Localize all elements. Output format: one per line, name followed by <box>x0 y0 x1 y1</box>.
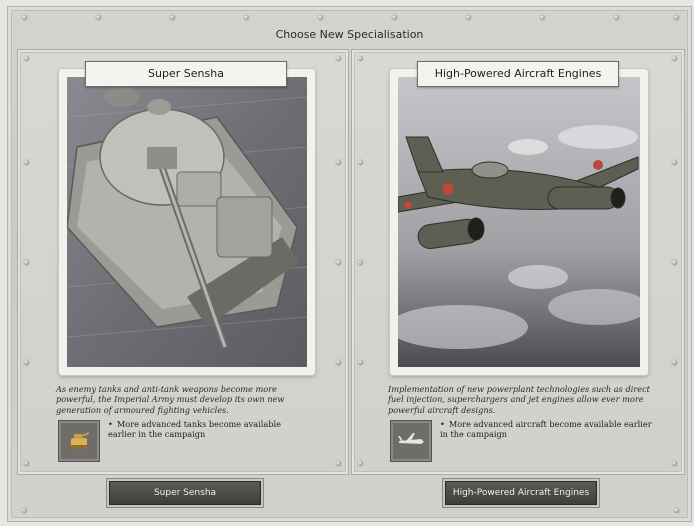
option-bullet-text: More advanced tanks become available ear… <box>108 419 281 440</box>
tank-icon-box <box>58 420 100 462</box>
rivet <box>358 56 363 61</box>
rivet <box>24 56 29 61</box>
rivet <box>392 15 397 20</box>
dialog-title: Choose New Specialisation <box>275 28 424 41</box>
rivet <box>24 260 29 265</box>
rivet <box>24 461 29 466</box>
rivet <box>674 15 679 20</box>
rivet <box>336 160 341 165</box>
tank-icon <box>70 432 90 449</box>
rivet <box>22 508 27 513</box>
option-title: High-Powered Aircraft Engines <box>434 67 602 80</box>
rivet <box>358 260 363 265</box>
option-panel-super-sensha[interactable]: Super Sensha As enemy tanks and anti-tan… <box>17 49 349 475</box>
option-bullet: • More advanced aircraft become available… <box>440 419 660 440</box>
rivet <box>22 15 27 20</box>
rivet <box>672 56 677 61</box>
aircraft-photo-frame <box>390 69 648 375</box>
rivet <box>24 360 29 365</box>
choose-super-sensha-button[interactable]: Super Sensha <box>109 481 261 505</box>
rivet <box>358 160 363 165</box>
rivet <box>540 15 545 20</box>
option-panel-aircraft-engines[interactable]: High-Powered Aircraft Engines Implementa… <box>351 49 685 475</box>
rivet <box>672 260 677 265</box>
choose-aircraft-engines-button[interactable]: High-Powered Aircraft Engines <box>445 481 597 505</box>
rivet <box>336 56 341 61</box>
rivet <box>96 15 101 20</box>
option-title-card: High-Powered Aircraft Engines <box>417 61 619 87</box>
rivet <box>170 15 175 20</box>
rivet <box>466 15 471 20</box>
tank-illustration <box>67 77 307 367</box>
option-title-card: Super Sensha <box>85 61 287 87</box>
option-description: Implementation of new powerplant technol… <box>388 384 650 415</box>
rivet <box>336 461 341 466</box>
rivet <box>24 160 29 165</box>
rivet <box>674 508 679 513</box>
rivet <box>318 15 323 20</box>
rivet <box>336 260 341 265</box>
option-bullet: • More advanced tanks become available ea… <box>108 419 308 440</box>
aircraft-icon <box>398 433 424 444</box>
option-title: Super Sensha <box>148 67 224 80</box>
rivet <box>244 15 249 20</box>
rivet <box>358 461 363 466</box>
specialisation-dialog: Choose New Specialisation Super Sensha A… <box>0 0 694 526</box>
bullet-dot: • <box>108 419 113 429</box>
aircraft-illustration <box>398 77 640 367</box>
aircraft-icon-box <box>390 420 432 462</box>
option-description: As enemy tanks and anti-tank weapons bec… <box>56 384 285 415</box>
rivet <box>614 15 619 20</box>
rivet <box>672 461 677 466</box>
bullet-dot: • <box>440 419 445 429</box>
rivet <box>672 160 677 165</box>
rivet <box>672 360 677 365</box>
option-bullet-text: More advanced aircraft become available … <box>440 419 652 440</box>
rivet <box>336 360 341 365</box>
tank-photo-frame <box>59 69 315 375</box>
rivet <box>358 360 363 365</box>
